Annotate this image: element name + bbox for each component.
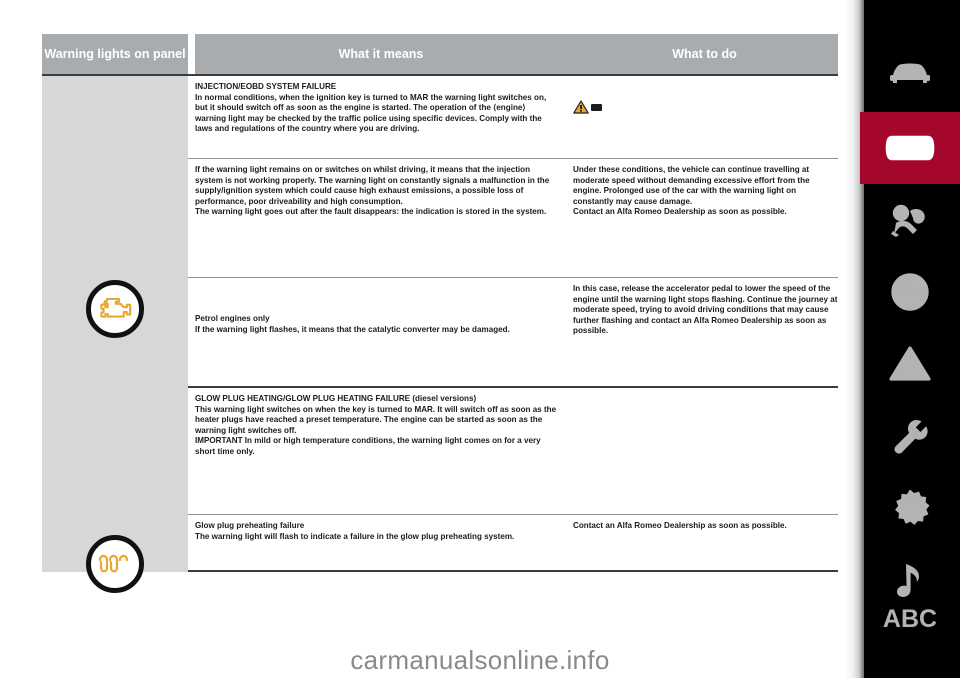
table-row: Petrol engines only If the warning light… [188,277,842,386]
table-header-what-it-means: What it means [195,34,567,74]
table-header-spacer [188,34,195,74]
warning-triangle-icon [573,100,589,114]
means-body: In normal conditions, when the ignition … [195,92,547,134]
means-text-glow-plug-heating: GLOW PLUG HEATING/GLOW PLUG HEATING FAIL… [195,394,557,458]
table-row: GLOW PLUG HEATING/GLOW PLUG HEATING FAIL… [188,386,842,514]
sidebar-item-airbag[interactable] [860,184,960,256]
todo-text-contact-dealership: Contact an Alfa Romeo Dealership as soon… [573,521,787,530]
todo-text-release-accelerator: In this case, release the accelerator pe… [573,284,838,336]
means-text-petrol-only: Petrol engines only If the warning light… [195,314,557,335]
table-bottom-border [188,570,842,572]
sidebar-item-instrument-panel[interactable] [860,112,960,184]
table-row: INJECTION/EOBD SYSTEM FAILURE In normal … [188,74,842,158]
warning-light-icon-column [42,74,188,593]
airbag-icon [891,204,925,237]
sidebar-item-alphabetical-index[interactable]: ABC [860,583,960,655]
means-title: GLOW PLUG HEATING/GLOW PLUG HEATING FAIL… [195,394,477,403]
cell-what-it-means: Glow plug preheating failure The warning… [188,515,567,570]
cell-what-to-do [567,76,842,158]
cell-what-to-do: Under these conditions, the vehicle can … [567,159,842,277]
means-title: Petrol engines only [195,314,270,323]
manual-page: Warning lights on panel What it means Wh… [0,0,960,678]
steering-wheel-icon [891,273,929,311]
cell-what-it-means: INJECTION/EOBD SYSTEM FAILURE In normal … [188,76,567,158]
engine-check-icon [100,297,132,318]
means-title: INJECTION/EOBD SYSTEM FAILURE [195,82,337,91]
sidebar-item-warning-triangle[interactable] [860,328,960,400]
cell-what-it-means: Petrol engines only If the warning light… [188,278,567,386]
means-body: This warning light switches on when the … [195,404,557,456]
warning-lights-table: Warning lights on panel What it means Wh… [42,34,842,593]
table-header-row: Warning lights on panel What it means Wh… [42,34,842,74]
watermark-text: carmanualsonline.info [350,645,610,675]
glow-plug-icon-ring [86,535,144,593]
cell-what-to-do [567,388,842,514]
site-watermark: carmanualsonline.info [0,645,960,676]
table-header-what-to-do: What to do [567,34,842,74]
warning-triangle-note-icon [573,100,602,114]
cell-what-to-do: In this case, release the accelerator pe… [567,278,842,386]
table-content-column: INJECTION/EOBD SYSTEM FAILURE In normal … [188,74,842,572]
table-row: Glow plug preheating failure The warning… [188,514,842,570]
means-text-warning-light-on: If the warning light remains on or switc… [195,165,550,217]
instrument-panel-icon [885,135,935,161]
note-pointer-dash [591,103,602,111]
cell-what-it-means: If the warning light remains on or switc… [188,159,567,277]
means-body: The warning light will flash to indicate… [195,531,515,541]
abc-text-icon: ABC [882,604,938,633]
sidebar-item-car-front[interactable] [860,40,960,112]
engine-check-warning-light [86,280,144,338]
cell-what-it-means: GLOW PLUG HEATING/GLOW PLUG HEATING FAIL… [188,388,567,514]
means-title: Glow plug preheating failure [195,521,305,530]
table-body: INJECTION/EOBD SYSTEM FAILURE In normal … [42,74,842,593]
warning-triangle-icon [889,346,931,381]
means-body: If the warning light flashes, it means t… [195,324,510,334]
glow-plug-icon [98,554,129,573]
chapter-icon-sidebar: ABC [838,0,960,678]
means-text-glow-plug-failure: Glow plug preheating failure The warning… [195,521,557,542]
table-header-warning-lights: Warning lights on panel [42,34,188,74]
means-text-injection-eobd: INJECTION/EOBD SYSTEM FAILURE In normal … [195,82,557,135]
table-row: If the warning light remains on or switc… [188,158,842,277]
sidebar-item-wrench[interactable] [860,400,960,472]
cell-what-to-do: Contact an Alfa Romeo Dealership as soon… [567,515,842,570]
sidebar-item-steering-wheel[interactable] [860,256,960,328]
wrench-icon [894,420,928,454]
todo-text-moderate-speed: Under these conditions, the vehicle can … [573,165,810,217]
engine-check-icon-ring [86,280,144,338]
sidebar-item-gear-info[interactable] [860,472,960,544]
gear-info-icon [895,489,930,525]
glow-plug-warning-light [86,535,144,593]
car-front-icon [890,63,930,83]
